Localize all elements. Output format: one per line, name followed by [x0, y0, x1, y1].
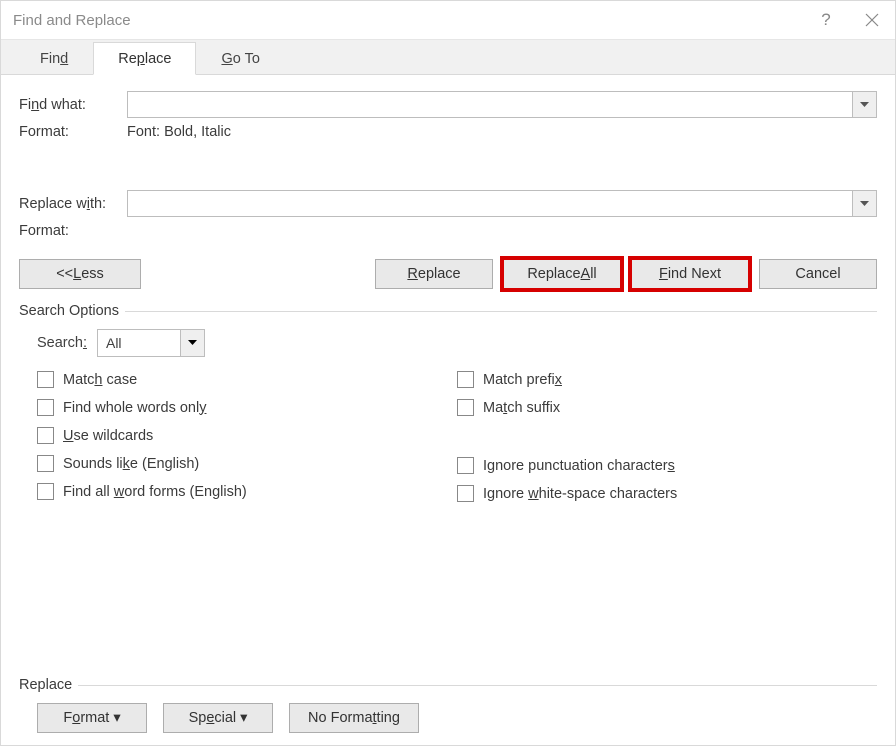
search-direction-dropdown[interactable]	[180, 330, 204, 356]
replace-section-header: Replace	[19, 677, 877, 693]
title-bar: Find and Replace ?	[1, 1, 895, 39]
format-label-find: Format:	[19, 124, 127, 140]
match-prefix-check[interactable]: Match prefix	[457, 371, 877, 388]
no-formatting-button[interactable]: No Formatting	[289, 703, 419, 733]
format-label-replace: Format:	[19, 223, 127, 239]
format-value-find: Font: Bold, Italic	[127, 124, 231, 140]
find-what-combo[interactable]	[127, 91, 877, 118]
use-wildcards-check[interactable]: Use wildcards	[37, 427, 457, 444]
replace-with-dropdown[interactable]	[852, 191, 876, 216]
special-button[interactable]: Special▾	[163, 703, 273, 733]
search-direction-select[interactable]: All	[97, 329, 205, 357]
find-what-input[interactable]	[128, 92, 852, 117]
chevron-down-icon	[860, 201, 869, 207]
tab-bar: Find Replace Go To	[1, 39, 895, 75]
search-direction-value: All	[98, 335, 180, 351]
replace-button[interactable]: Replace	[375, 259, 493, 289]
close-icon	[865, 13, 879, 27]
find-replace-dialog: Find and Replace ? Find Replace Go To Fi…	[0, 0, 896, 746]
match-case-check[interactable]: Match case	[37, 371, 457, 388]
cancel-button[interactable]: Cancel	[759, 259, 877, 289]
ignore-punct-check[interactable]: Ignore punctuation characters	[457, 457, 877, 474]
less-button[interactable]: << Less	[19, 259, 141, 289]
help-button[interactable]: ?	[803, 1, 849, 39]
replace-all-button[interactable]: Replace All	[503, 259, 621, 289]
find-what-label: Find what:	[19, 97, 127, 113]
panel: Find what: Format: Font: Bold, Italic Re…	[1, 75, 895, 745]
replace-with-input[interactable]	[128, 191, 852, 216]
find-next-button[interactable]: Find Next	[631, 259, 749, 289]
search-direction-label: Search:	[37, 335, 87, 351]
tab-find[interactable]: Find	[15, 42, 93, 74]
replace-with-label: Replace with:	[19, 196, 127, 212]
sounds-like-check[interactable]: Sounds like (English)	[37, 455, 457, 472]
whole-words-check[interactable]: Find whole words only	[37, 399, 457, 416]
match-suffix-check[interactable]: Match suffix	[457, 399, 877, 416]
search-options-header: Search Options	[19, 303, 877, 319]
chevron-down-icon	[188, 340, 197, 346]
tab-replace[interactable]: Replace	[93, 42, 196, 75]
ignore-ws-check[interactable]: Ignore white-space characters	[457, 485, 877, 502]
word-forms-check[interactable]: Find all word forms (English)	[37, 483, 457, 500]
window-title: Find and Replace	[13, 12, 803, 29]
find-what-dropdown[interactable]	[852, 92, 876, 117]
close-button[interactable]	[849, 1, 895, 39]
replace-with-combo[interactable]	[127, 190, 877, 217]
chevron-down-icon	[860, 102, 869, 108]
tab-goto[interactable]: Go To	[196, 42, 284, 74]
format-button[interactable]: Format▾	[37, 703, 147, 733]
